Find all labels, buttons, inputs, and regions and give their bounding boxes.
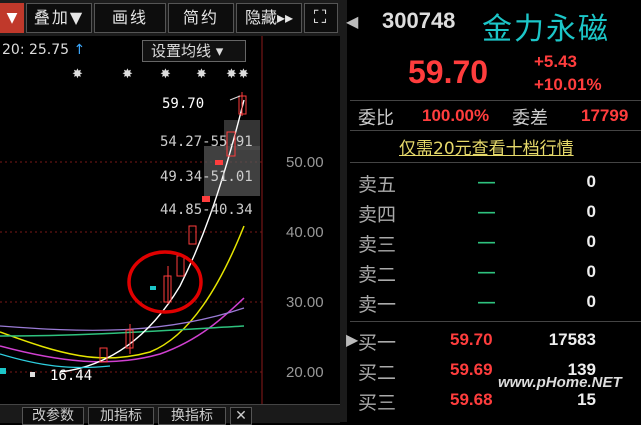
level2-promo-link[interactable]: 仅需20元查看十档行情 [399,134,574,159]
chart-toolbar: ▼ 叠加▼ 画线 简约 隐藏▸▸ ⛶ [0,0,340,37]
sell-row-price: — [478,292,495,311]
svg-text:✸: ✸ [238,67,249,82]
buy-row-volume: 15 [577,390,596,409]
sell-row-price: — [478,202,495,221]
buy-row: 买一 59.70 17583 [350,328,641,358]
sell-row-volume: 0 [586,202,596,221]
stock-code: 300748 [382,8,456,33]
sell-row-volume: 0 [586,172,596,191]
star-markers: ✸ ✸ ✸ ✸ ✸ ✸ [72,67,249,82]
sell-row: 卖二 — 0 [350,260,641,290]
indicator-bar: 改参数 加指标 换指标 ✕ [0,404,340,425]
overlay-button[interactable]: 叠加▼ [26,3,92,33]
price-label-low: 16.44 [50,368,93,384]
weibi-value: 100.00% [422,106,490,125]
svg-text:✸: ✸ [122,67,133,82]
weicha-value: 17799 [581,106,629,125]
panel-divider[interactable] [340,0,347,422]
ma-up-arrow-icon: ↑ [73,42,86,58]
divider [350,162,641,163]
buy-row-label: 买二 [358,362,397,384]
svg-text:✸: ✸ [226,67,237,82]
sell-row-label: 卖五 [358,174,397,196]
buy-row-price: 59.70 [450,330,493,349]
site-watermark: www.pHome.NET [498,374,622,391]
svg-text:✸: ✸ [196,67,207,82]
svg-text:✸: ✸ [72,67,83,82]
y-tick-50: 50.00 [286,154,324,171]
sell-row-volume: 0 [586,232,596,251]
buy-row: 买三 59.68 15 [350,388,641,418]
highlight-circle [127,250,203,314]
sell-row-label: 卖一 [358,294,397,316]
sell-row: 卖四 — 0 [350,200,641,230]
weicha-label: 委差 [512,108,548,129]
price-label-range-2: 49.34-51.01 [160,169,253,185]
overlay-arrow-icon[interactable]: ▼ [0,3,24,33]
divider [350,321,641,322]
sell-row-volume: 0 [586,262,596,281]
edit-params-button[interactable]: 改参数 [22,407,84,425]
quote-panel: 300748 金力永磁 59.70 +5.43 +10.01% 委比 100.0… [350,0,641,422]
add-indicator-button[interactable]: 加指标 [88,407,154,425]
price-label-range-1: 54.27-55.91 [160,134,253,150]
price-change-pct: +10.01% [534,75,602,94]
fullscreen-icon[interactable]: ⛶ [304,3,338,33]
ma-readout: 20: 25.75 ↑ [2,42,85,58]
price-label-range-3: 44.85-40.34 [160,202,253,218]
sell-row-label: 卖三 [358,234,397,256]
candlestick-plot: ✸ ✸ ✸ ✸ ✸ ✸ [0,36,263,404]
switch-indicator-button[interactable]: 换指标 [158,407,226,425]
stock-name: 金力永磁 [482,12,610,47]
svg-text:✸: ✸ [160,67,171,82]
sell-row-volume: 0 [586,292,596,311]
price-change: +5.43 [534,52,578,71]
buy-row-label: 买一 [358,332,397,354]
weibi-label: 委比 [358,108,394,129]
sell-row-label: 卖二 [358,264,397,286]
buy-row-volume: 17583 [548,330,596,349]
sell-row: 卖三 — 0 [350,230,641,260]
sell-row-label: 卖四 [358,204,397,226]
divider [350,130,641,131]
simple-mode-button[interactable]: 简约 [168,3,234,33]
sell-row: 卖一 — 0 [350,290,641,320]
ma-settings-button[interactable]: 设置均线 ▾ [142,40,246,62]
buy-row-price: 59.68 [450,390,493,409]
sell-row-price: — [478,232,495,251]
y-tick-40: 40.00 [286,224,324,241]
y-tick-20: 20.00 [286,364,324,381]
hide-button[interactable]: 隐藏▸▸ [236,3,302,33]
y-tick-30: 30.00 [286,294,324,311]
sell-row-price: — [478,172,495,191]
price-label-high: 59.70 [162,96,205,112]
divider [350,100,641,101]
ma-value: 20: 25.75 [2,42,70,58]
last-price: 59.70 [408,54,489,90]
buy-row-price: 59.69 [450,360,493,379]
sell-row-price: — [478,262,495,281]
draw-line-button[interactable]: 画线 [94,3,166,33]
close-icon[interactable]: ✕ [230,407,252,425]
buy-row-label: 买三 [358,392,397,414]
sell-row: 卖五 — 0 [350,170,641,200]
